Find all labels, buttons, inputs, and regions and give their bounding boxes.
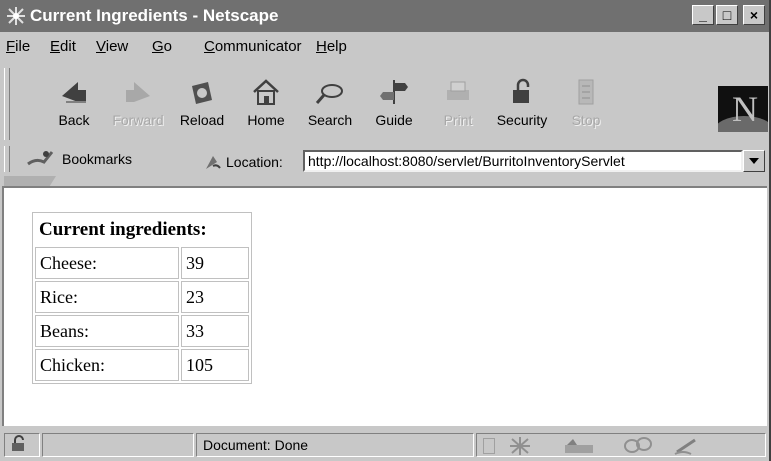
back-button[interactable]: Back xyxy=(42,76,106,138)
url-history-dropdown[interactable] xyxy=(743,150,765,172)
forward-button[interactable]: Forward xyxy=(106,76,170,138)
ingredient-name: Rice: xyxy=(35,281,179,313)
page-heading: Current ingredients: xyxy=(39,219,207,240)
reload-icon xyxy=(192,82,212,104)
url-input[interactable]: http://localhost:8080/servlet/BurritoInv… xyxy=(303,150,743,172)
status-text: Document: Done xyxy=(196,433,474,457)
toolbar-grip[interactable] xyxy=(4,68,10,140)
menu-edit[interactable]: Edit xyxy=(50,38,76,55)
page-content: Current ingredients: Cheese: 39 Rice: 23… xyxy=(2,186,767,426)
guide-button[interactable]: Guide xyxy=(362,76,426,138)
location-page-icon[interactable] xyxy=(203,152,223,172)
title-bar[interactable]: Current Ingredients - Netscape _ □ × xyxy=(0,0,769,32)
search-button[interactable]: Search xyxy=(298,76,362,138)
progress-cell xyxy=(42,433,194,457)
back-arrow-icon xyxy=(62,82,86,103)
navigator-icon[interactable] xyxy=(507,436,533,456)
reload-button[interactable]: Reload xyxy=(170,76,234,138)
status-bar: Document: Done xyxy=(0,430,769,461)
menu-help[interactable]: Help xyxy=(316,38,347,55)
ingredients-table: Current ingredients: Cheese: 39 Rice: 23… xyxy=(32,212,252,384)
security-status-cell[interactable] xyxy=(4,433,40,457)
ingredient-name: Chicken: xyxy=(35,349,179,381)
print-icon xyxy=(447,81,469,100)
collapsed-toolbar-tab-strip xyxy=(0,176,769,186)
netscape-n-glyph: N xyxy=(732,89,758,129)
ingredient-count: 33 xyxy=(181,315,249,347)
security-lock-icon xyxy=(513,78,530,103)
print-button[interactable]: Print xyxy=(426,76,490,138)
menu-file[interactable]: File xyxy=(6,38,30,55)
home-icon xyxy=(253,79,279,105)
ingredient-count: 23 xyxy=(181,281,249,313)
minimize-button[interactable]: _ xyxy=(692,5,714,25)
stop-icon xyxy=(578,79,594,105)
browser-window: Current Ingredients - Netscape _ □ × Fil… xyxy=(0,0,771,461)
search-icon xyxy=(315,84,343,104)
component-bar-grip[interactable] xyxy=(483,438,495,454)
location-label: Location: xyxy=(226,154,283,170)
close-button[interactable]: × xyxy=(743,5,765,25)
guide-icon xyxy=(380,80,408,104)
maximize-button[interactable]: □ xyxy=(716,5,738,25)
ingredient-name: Cheese: xyxy=(35,247,179,279)
bookmarks-icon xyxy=(27,151,54,166)
ingredient-count: 105 xyxy=(181,349,249,381)
discussion-groups-icon[interactable] xyxy=(623,436,653,456)
padlock-icon xyxy=(12,435,24,451)
composer-icon[interactable] xyxy=(673,436,703,456)
chevron-down-icon xyxy=(749,158,759,164)
menu-go[interactable]: Go xyxy=(152,38,172,55)
ingredient-name: Beans: xyxy=(35,315,179,347)
collapsed-toolbar-tab[interactable] xyxy=(4,176,56,186)
location-toolbar: Bookmarks Location: http://localhost:808… xyxy=(0,144,769,176)
menu-view[interactable]: View xyxy=(96,38,128,55)
bookmarks-button[interactable]: Bookmarks xyxy=(26,148,132,170)
menu-communicator[interactable]: Communicator xyxy=(204,38,302,55)
netscape-app-icon xyxy=(7,7,25,25)
table-row: Cheese: 39 xyxy=(35,247,249,279)
ingredient-count: 39 xyxy=(181,247,249,279)
location-toolbar-grip[interactable] xyxy=(4,146,10,172)
forward-arrow-icon xyxy=(126,82,150,102)
mail-icon[interactable] xyxy=(563,437,597,455)
table-row: Beans: 33 xyxy=(35,315,249,347)
netscape-logo[interactable]: N xyxy=(718,86,768,132)
navigation-toolbar: Back Forward Reload Home Search Guide Pr… xyxy=(0,62,769,144)
table-row: Chicken: 105 xyxy=(35,349,249,381)
table-row: Rice: 23 xyxy=(35,281,249,313)
security-button[interactable]: Security xyxy=(490,76,554,138)
home-button[interactable]: Home xyxy=(234,76,298,138)
menu-bar: File Edit View Go Communicator Help xyxy=(0,34,769,60)
stop-button[interactable]: Stop xyxy=(554,76,618,138)
component-bar xyxy=(476,433,766,457)
window-title: Current Ingredients - Netscape xyxy=(30,6,279,25)
bookmarks-label: Bookmarks xyxy=(62,151,133,167)
